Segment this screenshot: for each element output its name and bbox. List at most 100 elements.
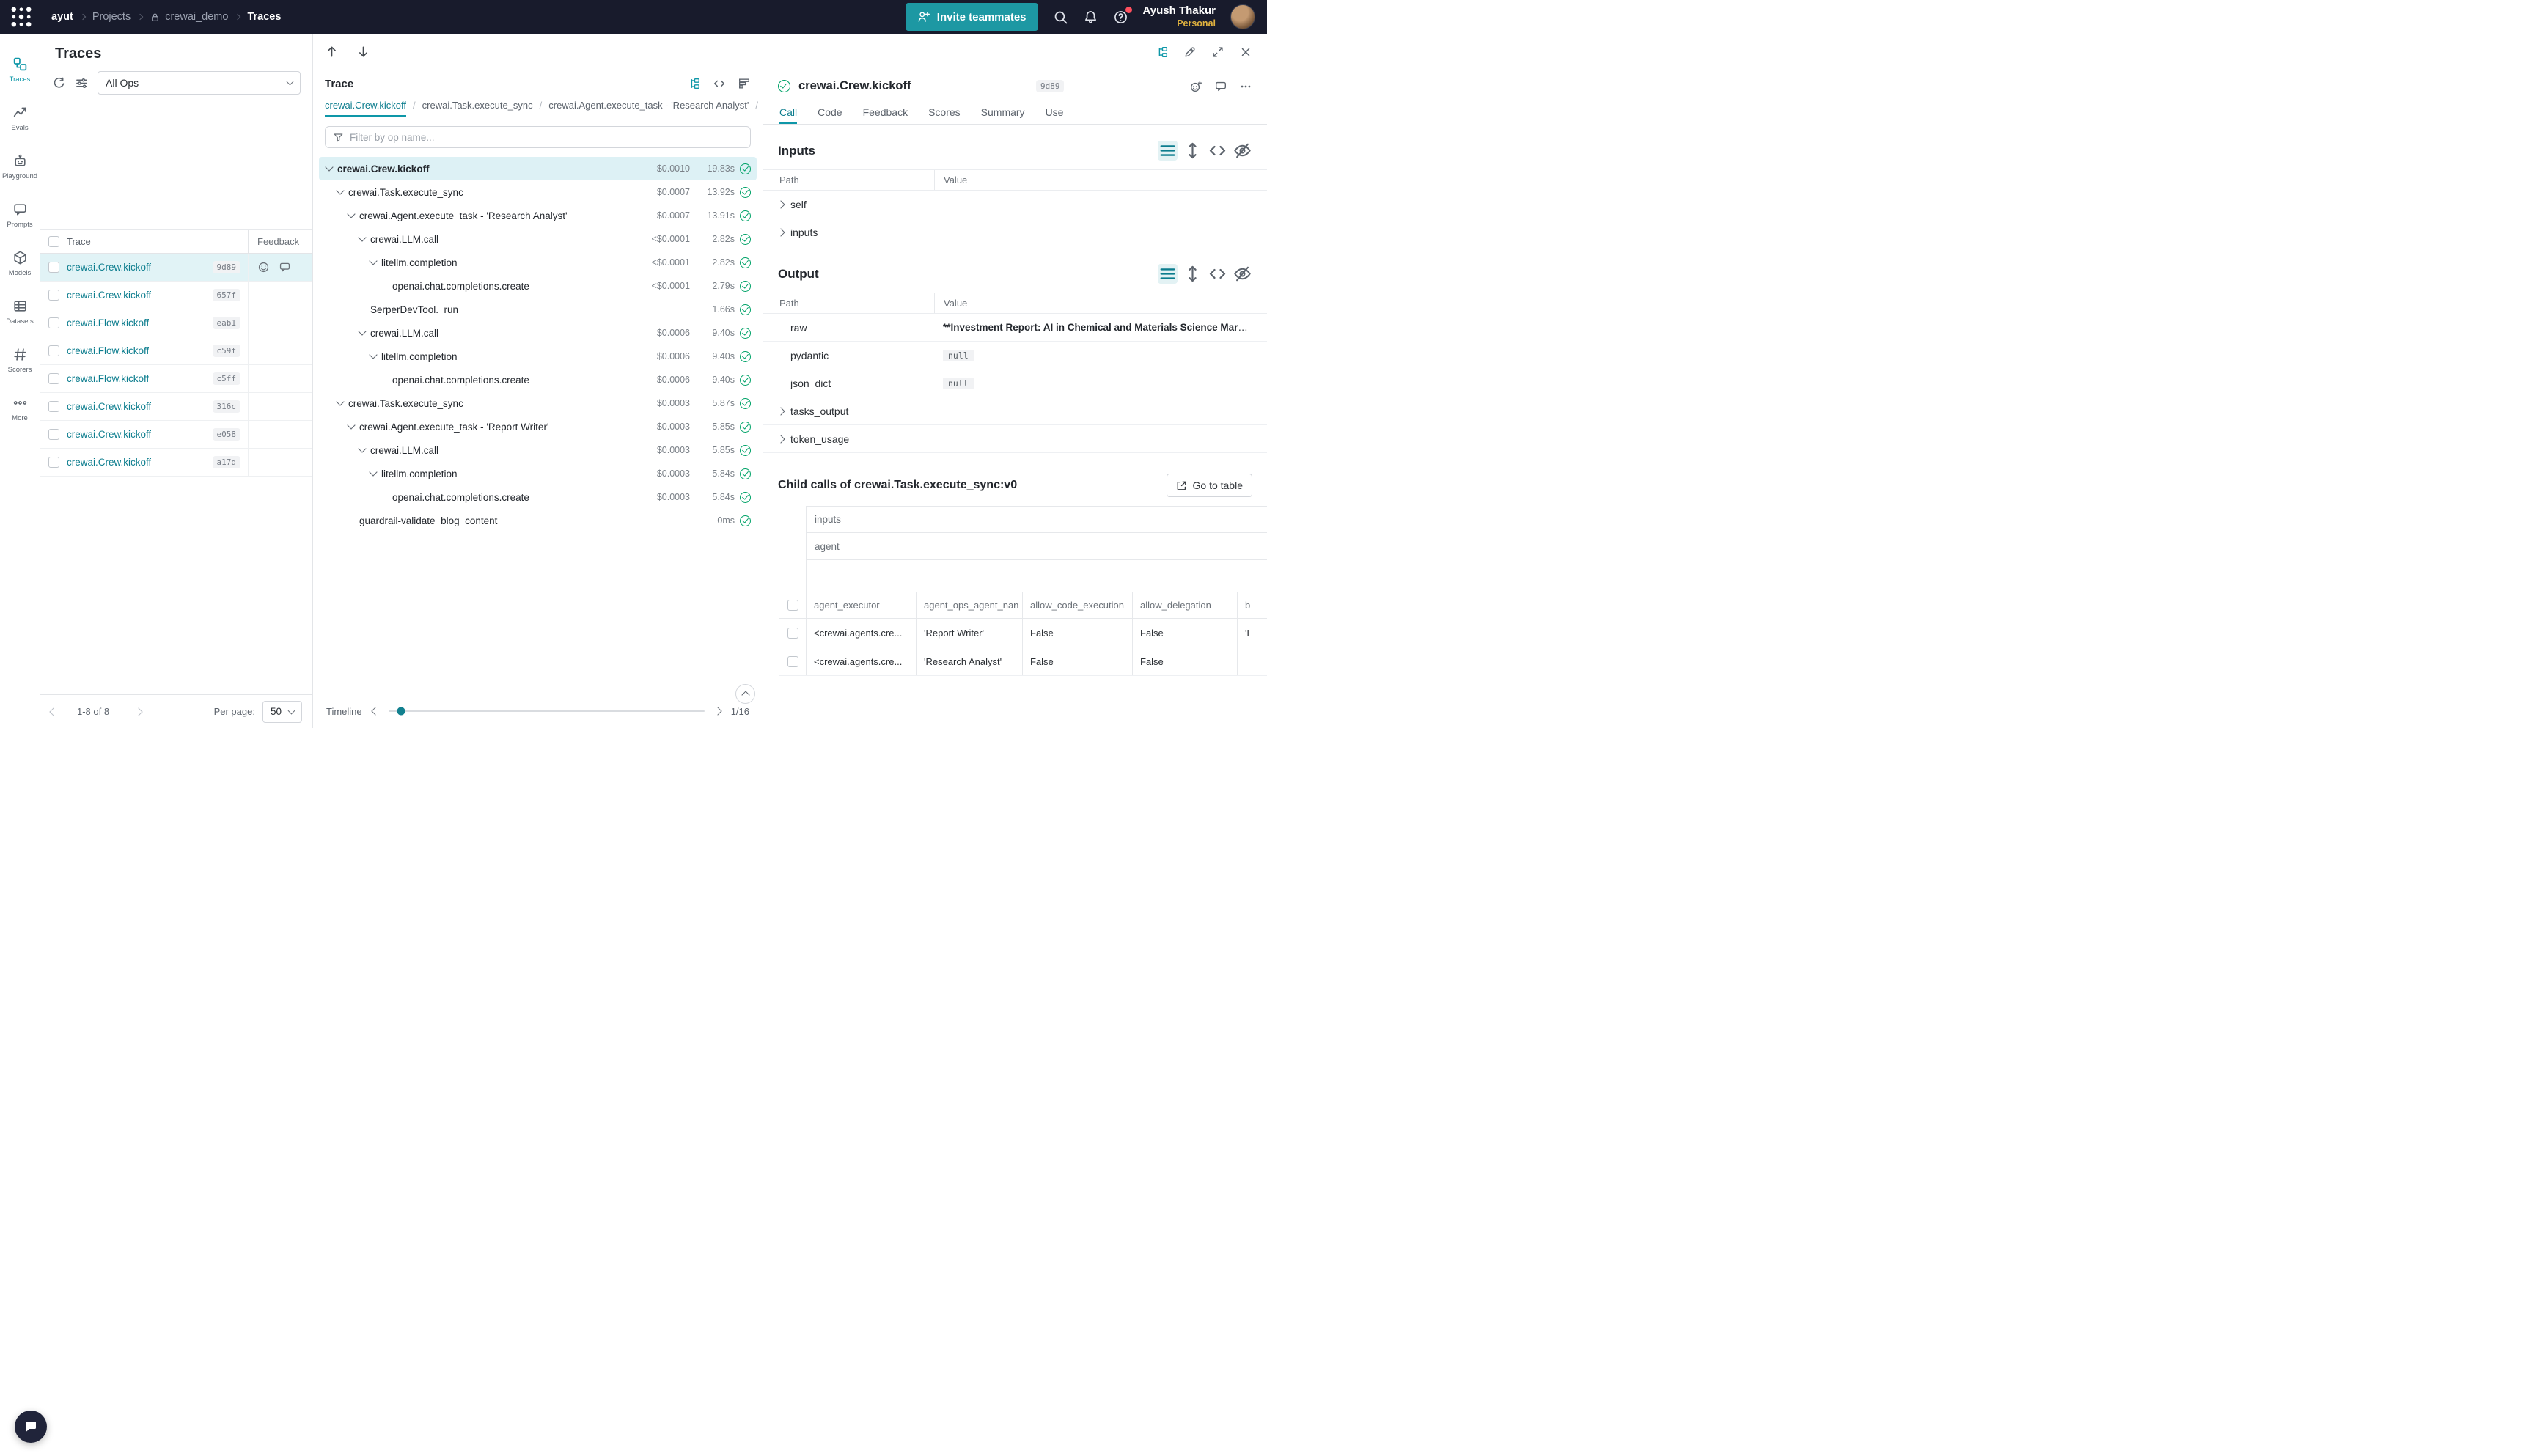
table-row[interactable]: crewai.Crew.kickoff e058	[40, 421, 312, 449]
stack-breadcrumb-item[interactable]: crewai.Task.execute_sync	[422, 94, 533, 117]
call-tree-row[interactable]: litellm.completion $0.0003 5.84s	[319, 462, 757, 485]
op-name-filter[interactable]	[325, 126, 751, 148]
child-call-row[interactable]: <crewai.agents.cre... 'Research Analyst'…	[779, 647, 1267, 676]
add-reaction-icon[interactable]	[1189, 80, 1202, 93]
code-view-icon[interactable]	[713, 77, 726, 90]
expand-chevron-icon[interactable]	[325, 163, 333, 171]
row-checkbox[interactable]	[48, 457, 59, 468]
trace-op-link[interactable]: crewai.Flow.kickoff	[67, 373, 149, 384]
expand-chevron-icon[interactable]	[776, 200, 785, 208]
table-row[interactable]: crewai.Crew.kickoff 316c	[40, 393, 312, 421]
expand-chevron-icon[interactable]	[336, 186, 344, 194]
expand-chevron-icon[interactable]	[369, 257, 377, 265]
row-checkbox[interactable]	[48, 401, 59, 412]
chat-launcher-button[interactable]	[15, 1411, 47, 1443]
column-header[interactable]: b	[1237, 592, 1267, 618]
column-header[interactable]: agent_ops_agent_nan	[916, 592, 1022, 618]
output-row[interactable]: raw **Investment Report: AI in Chemical …	[763, 314, 1267, 342]
trace-op-link[interactable]: crewai.Flow.kickoff	[67, 317, 149, 328]
call-tree-row[interactable]: crewai.Task.execute_sync $0.0003 5.87s	[319, 391, 757, 415]
detail-tab[interactable]: Call	[779, 100, 797, 124]
row-checkbox[interactable]	[787, 628, 798, 639]
next-call-down-icon[interactable]	[356, 45, 370, 59]
op-filter-select[interactable]: All Ops	[98, 71, 301, 95]
column-header[interactable]: allow_delegation	[1132, 592, 1237, 618]
expand-rows-icon[interactable]	[1183, 141, 1202, 161]
call-tree-row[interactable]: crewai.Task.execute_sync $0.0007 13.92s	[319, 180, 757, 204]
sidebar-item-more[interactable]: More	[0, 384, 40, 433]
table-row[interactable]: crewai.Crew.kickoff 657f	[40, 282, 312, 309]
trace-op-link[interactable]: crewai.Flow.kickoff	[67, 345, 149, 356]
column-header[interactable]: agent_executor	[806, 592, 916, 618]
expand-chevron-icon[interactable]	[336, 397, 344, 405]
expand-chevron-icon[interactable]	[358, 327, 366, 335]
row-checkbox[interactable]	[48, 290, 59, 301]
timeline-slider[interactable]	[389, 710, 705, 712]
call-tree-row[interactable]: litellm.completion <$0.0001 2.82s	[319, 251, 757, 274]
fullscreen-expand-icon[interactable]	[1211, 45, 1224, 59]
expand-chevron-icon[interactable]	[347, 210, 355, 218]
call-tree-row[interactable]: SerperDevTool._run 1.66s	[319, 298, 757, 321]
call-tree-row[interactable]: crewai.LLM.call $0.0003 5.85s	[319, 438, 757, 462]
breadcrumb-project[interactable]: crewai_demo	[150, 11, 228, 23]
detail-tab[interactable]: Summary	[981, 100, 1025, 124]
column-settings-icon[interactable]	[75, 76, 89, 90]
row-checkbox[interactable]	[48, 345, 59, 356]
feedback-column-header[interactable]: Feedback	[248, 230, 312, 253]
avatar[interactable]	[1230, 4, 1255, 29]
search-icon[interactable]	[1053, 10, 1068, 25]
row-checkbox[interactable]	[787, 656, 798, 667]
breadcrumb-entity[interactable]: ayut	[51, 11, 73, 23]
expand-chevron-icon[interactable]	[776, 228, 785, 236]
call-tree-row[interactable]: openai.chat.completions.create <$0.0001 …	[319, 274, 757, 298]
stack-breadcrumb-item[interactable]: crewai.Crew.kickoff	[325, 94, 406, 117]
refresh-icon[interactable]	[52, 76, 66, 90]
timeline-slider-handle[interactable]	[397, 707, 405, 716]
detail-tab[interactable]: Code	[818, 100, 842, 124]
call-tree-row[interactable]: crewai.LLM.call <$0.0001 2.82s	[319, 227, 757, 251]
table-row[interactable]: crewai.Crew.kickoff a17d	[40, 449, 312, 477]
invite-teammates-button[interactable]: Invite teammates	[906, 3, 1038, 31]
hide-values-eye-icon[interactable]	[1233, 141, 1252, 161]
timeline-previous-icon[interactable]	[371, 707, 379, 715]
overflow-menu-icon[interactable]	[1239, 80, 1252, 93]
sidebar-item-playground[interactable]: Playground	[0, 142, 40, 191]
child-call-row[interactable]: <crewai.agents.cre... 'Report Writer' Fa…	[779, 619, 1267, 647]
expand-rows-icon[interactable]	[1183, 264, 1202, 284]
expand-chevron-icon[interactable]	[776, 435, 785, 443]
list-view-icon[interactable]	[1158, 141, 1178, 161]
tree-view-icon[interactable]	[688, 77, 701, 90]
table-row[interactable]: crewai.Crew.kickoff 9d89	[40, 254, 312, 282]
help-icon[interactable]	[1113, 10, 1128, 25]
expand-chevron-icon[interactable]	[347, 421, 355, 429]
table-row[interactable]: crewai.Flow.kickoff c59f	[40, 337, 312, 365]
timeline-next-icon[interactable]	[713, 707, 721, 715]
input-row[interactable]: self	[763, 191, 1267, 218]
sidebar-item-evals[interactable]: Evals	[0, 94, 40, 142]
trace-op-link[interactable]: crewai.Crew.kickoff	[67, 457, 151, 468]
output-row[interactable]: pydantic null	[763, 342, 1267, 369]
row-checkbox[interactable]	[48, 317, 59, 328]
output-row[interactable]: json_dict null	[763, 369, 1267, 397]
call-tree-row[interactable]: crewai.Agent.execute_task - 'Report Writ…	[319, 415, 757, 438]
expand-chevron-icon[interactable]	[776, 407, 785, 415]
expand-chevron-icon[interactable]	[369, 350, 377, 359]
breadcrumb-page[interactable]: Traces	[247, 11, 281, 23]
comment-bubble-icon[interactable]	[279, 261, 291, 273]
list-view-icon[interactable]	[1158, 264, 1178, 284]
collapse-timeline-button[interactable]	[735, 684, 755, 704]
call-tree-row[interactable]: crewai.Agent.execute_task - 'Research An…	[319, 204, 757, 227]
call-tree-row[interactable]: crewai.Crew.kickoff $0.0010 19.83s	[319, 157, 757, 180]
op-name-filter-input[interactable]	[350, 132, 743, 143]
per-page-select[interactable]: 50	[262, 701, 302, 723]
close-icon[interactable]	[1239, 45, 1252, 59]
output-row[interactable]: tasks_output	[763, 397, 1267, 425]
previous-call-up-icon[interactable]	[325, 45, 339, 59]
column-header[interactable]: allow_code_execution	[1022, 592, 1132, 618]
sidebar-item-scorers[interactable]: Scorers	[0, 336, 40, 384]
table-row[interactable]: crewai.Flow.kickoff eab1	[40, 309, 312, 337]
call-tree-row[interactable]: crewai.LLM.call $0.0006 9.40s	[319, 321, 757, 345]
trace-column-header[interactable]: Trace	[67, 230, 248, 253]
reaction-smiley-icon[interactable]	[257, 261, 270, 273]
trace-op-link[interactable]: crewai.Crew.kickoff	[67, 290, 151, 301]
